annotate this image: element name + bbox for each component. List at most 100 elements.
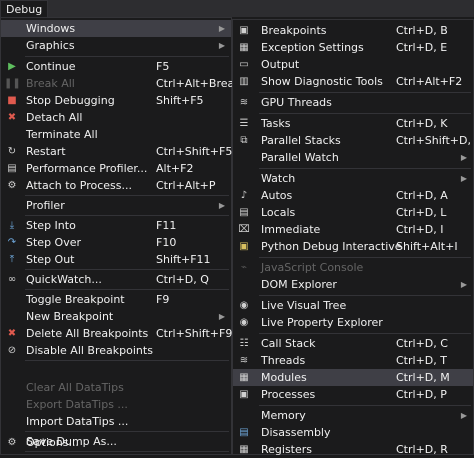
menu-item-import-datatips[interactable]: Import DataTips ...: [1, 413, 231, 430]
submenu-item-threads[interactable]: ≋ Threads Ctrl+D, T: [233, 352, 473, 369]
menu-item-shortcut: Ctrl+D, I: [396, 223, 444, 236]
menu-item-step-out[interactable]: ⤒ Step Out Shift+F11: [1, 251, 231, 268]
menu-item-delete-all-breakpoints[interactable]: ✖ Delete All Breakpoints Ctrl+Shift+F9: [1, 325, 233, 342]
submenu-item-breakpoints[interactable]: ▣ Breakpoints Ctrl+D, B: [233, 22, 473, 39]
menu-item-label: Disable All Breakpoints: [26, 344, 153, 357]
submenu-item-memory[interactable]: Memory ▶: [233, 407, 473, 424]
menu-item-label: Detach All: [26, 111, 83, 124]
windows-submenu: ▣ Breakpoints Ctrl+D, B ▦ Exception Sett…: [232, 19, 474, 458]
submenu-item-live-property-explorer[interactable]: ◉ Live Property Explorer: [233, 314, 473, 331]
menu-item-graphics[interactable]: Graphics ▶: [1, 37, 231, 54]
submenu-item-autos[interactable]: ♪ Autos Ctrl+D, A: [233, 187, 473, 204]
menu-item-step-over[interactable]: ↷ Step Over F10: [1, 234, 231, 251]
menu-item-performance-profiler[interactable]: ▤ Performance Profiler... Alt+F2: [1, 160, 231, 177]
menu-item-quickwatch[interactable]: ∞ QuickWatch... Ctrl+D, Q: [1, 271, 231, 288]
menu-item-windows[interactable]: Windows ▶: [1, 20, 231, 37]
debug-menu-header[interactable]: Debug: [0, 0, 49, 17]
submenu-item-locals[interactable]: ▤ Locals Ctrl+D, L: [233, 204, 473, 221]
menu-item-label: Threads: [261, 354, 306, 367]
menu-item-label: Restart: [26, 145, 66, 158]
menu-item-label: New Breakpoint: [26, 310, 114, 323]
menu-item-disable-all-breakpoints[interactable]: ⊘ Disable All Breakpoints: [1, 342, 231, 359]
submenu-item-modules[interactable]: ▦ Modules Ctrl+D, M: [233, 369, 473, 386]
locals-icon: ▤: [239, 207, 249, 218]
chevron-right-icon: ▶: [218, 201, 225, 210]
menu-item-shortcut: Alt+F2: [156, 162, 194, 175]
menu-item-label: Performance Profiler...: [26, 162, 148, 175]
menu-item-toggle-breakpoint[interactable]: Toggle Breakpoint F9: [1, 291, 231, 308]
menu-item-label: Windows: [26, 22, 76, 35]
menu-item-new-breakpoint[interactable]: New Breakpoint ▶: [1, 308, 231, 325]
menu-item-shortcut: Shift+F11: [156, 253, 211, 266]
menu-item-continue[interactable]: ▶ Continue F5: [1, 58, 231, 75]
submenu-item-show-diagnostic-tools[interactable]: ▥ Show Diagnostic Tools Ctrl+Alt+F2: [233, 73, 473, 90]
menu-item-label: Exception Settings: [261, 41, 364, 54]
modules-icon: ▦: [239, 372, 249, 383]
menu-separator: [25, 451, 229, 452]
menu-item-profiler[interactable]: Profiler ▶: [1, 197, 231, 214]
submenu-item-parallel-stacks[interactable]: ⧉ Parallel Stacks Ctrl+Shift+D, S: [233, 132, 474, 149]
gpu-threads-icon: ≋: [239, 97, 249, 108]
menu-item-shortcut: Ctrl+D, L: [396, 206, 447, 219]
menu-item-shortcut: Ctrl+Alt+Break: [156, 77, 241, 90]
step-into-icon: ⤓: [9, 220, 15, 231]
submenu-item-output[interactable]: ▭ Output: [233, 56, 473, 73]
submenu-item-tasks[interactable]: ☰ Tasks Ctrl+D, K: [233, 115, 473, 132]
submenu-item-python-debug-interactive[interactable]: ▣ Python Debug Interactive Shift+Alt+I: [233, 238, 473, 255]
attach-icon: ⚙: [7, 180, 17, 191]
menu-item-shortcut: Ctrl+D, T: [396, 354, 447, 367]
menu-item-shortcut: Ctrl+Shift+F5: [156, 145, 233, 158]
menu-item-shortcut: F10: [156, 236, 177, 249]
menu-item-shortcut: Ctrl+D, Q: [156, 273, 209, 286]
submenu-item-call-stack[interactable]: ☷ Call Stack Ctrl+D, C: [233, 335, 473, 352]
menu-item-attach-to-process[interactable]: ⚙ Attach to Process... Ctrl+Alt+P: [1, 177, 231, 194]
menu-item-options[interactable]: ⚙ Options...: [1, 434, 231, 451]
menu-item-shortcut: F5: [156, 60, 170, 73]
submenu-item-parallel-watch[interactable]: Parallel Watch ▶: [233, 149, 473, 166]
menu-item-shortcut: Ctrl+D, K: [396, 117, 448, 130]
menu-separator: [259, 333, 471, 334]
menu-separator: [25, 56, 229, 57]
menu-item-label: Python Debug Interactive: [261, 240, 402, 253]
menu-item-detach-all[interactable]: ✖ Detach All: [1, 109, 231, 126]
chevron-right-icon: ▶: [460, 174, 467, 183]
menu-item-label: Import DataTips ...: [26, 415, 129, 428]
tasks-icon: ☰: [239, 118, 249, 129]
chevron-right-icon: ▶: [460, 411, 467, 420]
output-icon: ▭: [239, 59, 249, 70]
menu-item-restart[interactable]: ↻ Restart Ctrl+Shift+F5: [1, 143, 233, 160]
menu-item-stop-debugging[interactable]: ■ Stop Debugging Shift+F5: [1, 92, 231, 109]
submenu-item-disassembly[interactable]: ▤ Disassembly: [233, 424, 473, 441]
menu-separator: [25, 289, 229, 290]
menu-item-shortcut: Ctrl+D, E: [396, 41, 448, 54]
menu-separator: [25, 269, 229, 270]
menu-item-label: Parallel Stacks: [261, 134, 341, 147]
menu-item-label: Step Into: [26, 219, 76, 232]
menu-item-label: Tasks: [261, 117, 291, 130]
submenu-item-processes[interactable]: ▣ Processes Ctrl+D, P: [233, 386, 473, 403]
submenu-item-dom-explorer[interactable]: DOM Explorer ▶: [233, 276, 473, 293]
menu-item-label: Disassembly: [261, 426, 331, 439]
submenu-item-gpu-threads[interactable]: ≋ GPU Threads: [233, 94, 473, 111]
step-over-icon: ↷: [7, 237, 17, 248]
submenu-item-immediate[interactable]: ⌧ Immediate Ctrl+D, I: [233, 221, 473, 238]
submenu-item-exception-settings[interactable]: ▦ Exception Settings Ctrl+D, E: [233, 39, 473, 56]
exception-settings-icon: ▦: [239, 42, 249, 53]
menu-item-label: Locals: [261, 206, 296, 219]
submenu-item-registers[interactable]: ▦ Registers Ctrl+D, R: [233, 441, 473, 458]
menu-item-label: Toggle Breakpoint: [26, 293, 125, 306]
stop-icon: ■: [7, 95, 17, 106]
chevron-right-icon: ▶: [218, 312, 225, 321]
menu-item-label: Attach to Process...: [26, 179, 132, 192]
diagnostic-tools-icon: ▥: [239, 76, 249, 87]
processes-icon: ▣: [239, 389, 249, 400]
menu-item-label: Live Property Explorer: [261, 316, 383, 329]
submenu-item-live-visual-tree[interactable]: ◉ Live Visual Tree: [233, 297, 473, 314]
menu-item-terminate-all[interactable]: Terminate All: [1, 126, 231, 143]
menu-item-export-datatips: Export DataTips ...: [1, 396, 231, 413]
menu-item-shortcut: Ctrl+D, B: [396, 24, 448, 37]
menu-item-clear-all-datatips: Clear All DataTips: [1, 379, 231, 396]
menu-item-label: Autos: [261, 189, 293, 202]
menu-item-step-into[interactable]: ⤓ Step Into F11: [1, 217, 231, 234]
submenu-item-watch[interactable]: Watch ▶: [233, 170, 473, 187]
